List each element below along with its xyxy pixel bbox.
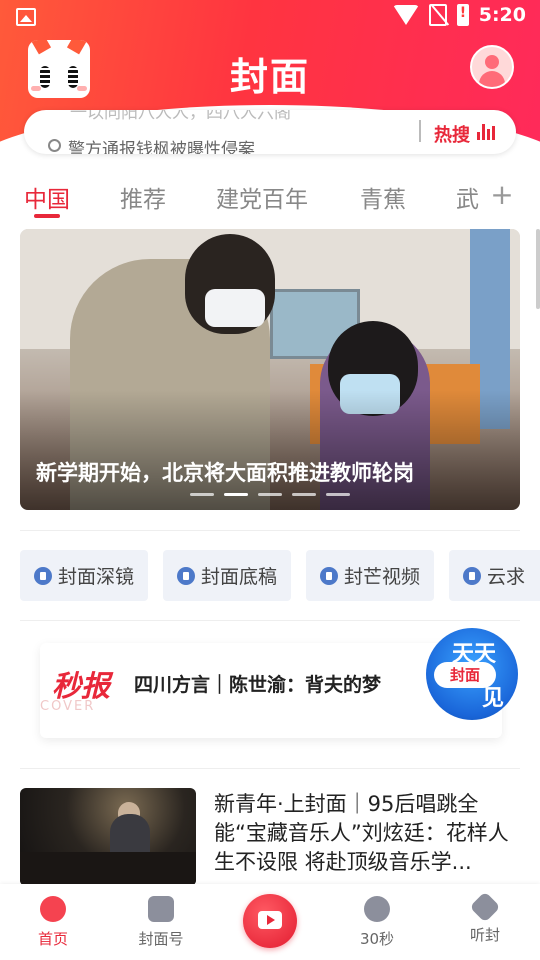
battery-icon (456, 4, 469, 26)
chip-label: 封面深镜 (58, 566, 135, 588)
send-icon (463, 566, 481, 585)
chip-label: 封面底稿 (201, 566, 278, 588)
search-input[interactable]: 警方通报钱枫被曝性侵案 (68, 135, 255, 154)
divider (20, 768, 520, 769)
chip-fengmian-digao[interactable]: 封面底稿 (163, 550, 291, 601)
news-thumbnail[interactable] (20, 788, 196, 886)
tab-china[interactable]: 中国 (24, 180, 70, 214)
nav-label: 首页 (37, 930, 68, 948)
nav-label: 听封 (469, 926, 500, 944)
active-tab-indicator (34, 214, 60, 218)
tab-qingjiao[interactable]: 青蕉 (360, 180, 406, 214)
carousel-dot (292, 493, 316, 496)
nav-label: 30秒 (359, 930, 395, 948)
nav-fengmianhao[interactable]: 封面号 (121, 896, 201, 949)
miaobao-logo: 秒报 (52, 669, 111, 703)
bottom-nav: 首页 封面号 30秒 听封 (0, 884, 540, 960)
divider (20, 620, 520, 621)
nav-30s[interactable]: 30秒 (337, 896, 417, 949)
carousel-dot-active (224, 493, 248, 496)
card-title: 四川方言｜陈世渝：背夫的梦 (134, 674, 382, 696)
nav-tingfeng[interactable]: 听封 (445, 891, 525, 945)
image-notification-icon (16, 8, 36, 26)
30s-icon (364, 896, 390, 922)
carousel-dot (326, 493, 350, 496)
headline-banner[interactable]: 新学期开始，北京将大面积推进教师轮岗 (20, 229, 520, 510)
user-avatar-icon[interactable] (470, 45, 514, 89)
divider (20, 530, 520, 531)
chip-fengmian-shenjing[interactable]: 封面深镜 (20, 550, 148, 601)
tab-wu[interactable]: 武 (456, 180, 479, 214)
tv-play-icon[interactable] (243, 894, 297, 948)
search-previous-text: 一以同阳八人人，四八人六阁 (70, 110, 291, 123)
carousel-dot (258, 493, 282, 496)
carousel-dots (190, 493, 350, 496)
search-divider (419, 120, 421, 142)
app-title: 封面 (229, 55, 310, 99)
hot-search-button[interactable]: 热搜 (434, 121, 470, 147)
chip-label: 云求 (487, 566, 526, 588)
lens-icon (34, 566, 52, 585)
badge-text-bottom: 见 (482, 686, 505, 711)
nav-label: 封面号 (138, 930, 184, 948)
trend-bars-icon (477, 124, 495, 140)
draft-icon (177, 566, 195, 585)
status-bar: 5:20 (0, 0, 540, 36)
nav-home[interactable]: 首页 (13, 896, 93, 949)
bookmark-icon (148, 896, 174, 922)
no-sim-icon (428, 4, 447, 26)
home-icon (40, 896, 66, 922)
banner-caption: 新学期开始，北京将大面积推进教师轮岗 (36, 461, 414, 485)
chip-label: 封芒视频 (344, 566, 421, 588)
tab-party-centenary[interactable]: 建党百年 (216, 180, 308, 214)
news-title[interactable]: 新青年·上封面｜95后唱跳全能“宝藏音乐人”刘炫廷：花样人生不设限 将赴顶级音乐… (214, 790, 520, 877)
chip-fengmang-shipin[interactable]: 封芒视频 (306, 550, 434, 601)
search-bar[interactable]: 一以同阳八人人，四八人六阁 警方通报钱枫被曝性侵案 热搜 (24, 110, 516, 154)
carousel-dot (190, 493, 214, 496)
wifi-icon (392, 5, 419, 25)
audio-icon (469, 891, 501, 923)
channel-chips: 封面深镜 封面底稿 封芒视频 云求 (20, 550, 540, 602)
video-icon (320, 566, 338, 585)
scrollbar[interactable] (536, 229, 540, 309)
chip-yunqiu[interactable]: 云求 (449, 550, 540, 601)
search-icon (48, 139, 61, 152)
status-time: 5:20 (478, 4, 526, 26)
tab-recommend[interactable]: 推荐 (120, 180, 166, 214)
category-tabs: 中国 推荐 建党百年 青蕉 武 + (0, 170, 540, 222)
add-tab-button[interactable]: + (482, 178, 522, 211)
tiantian-jian-badge[interactable]: 天天 封面 见 (426, 628, 518, 720)
